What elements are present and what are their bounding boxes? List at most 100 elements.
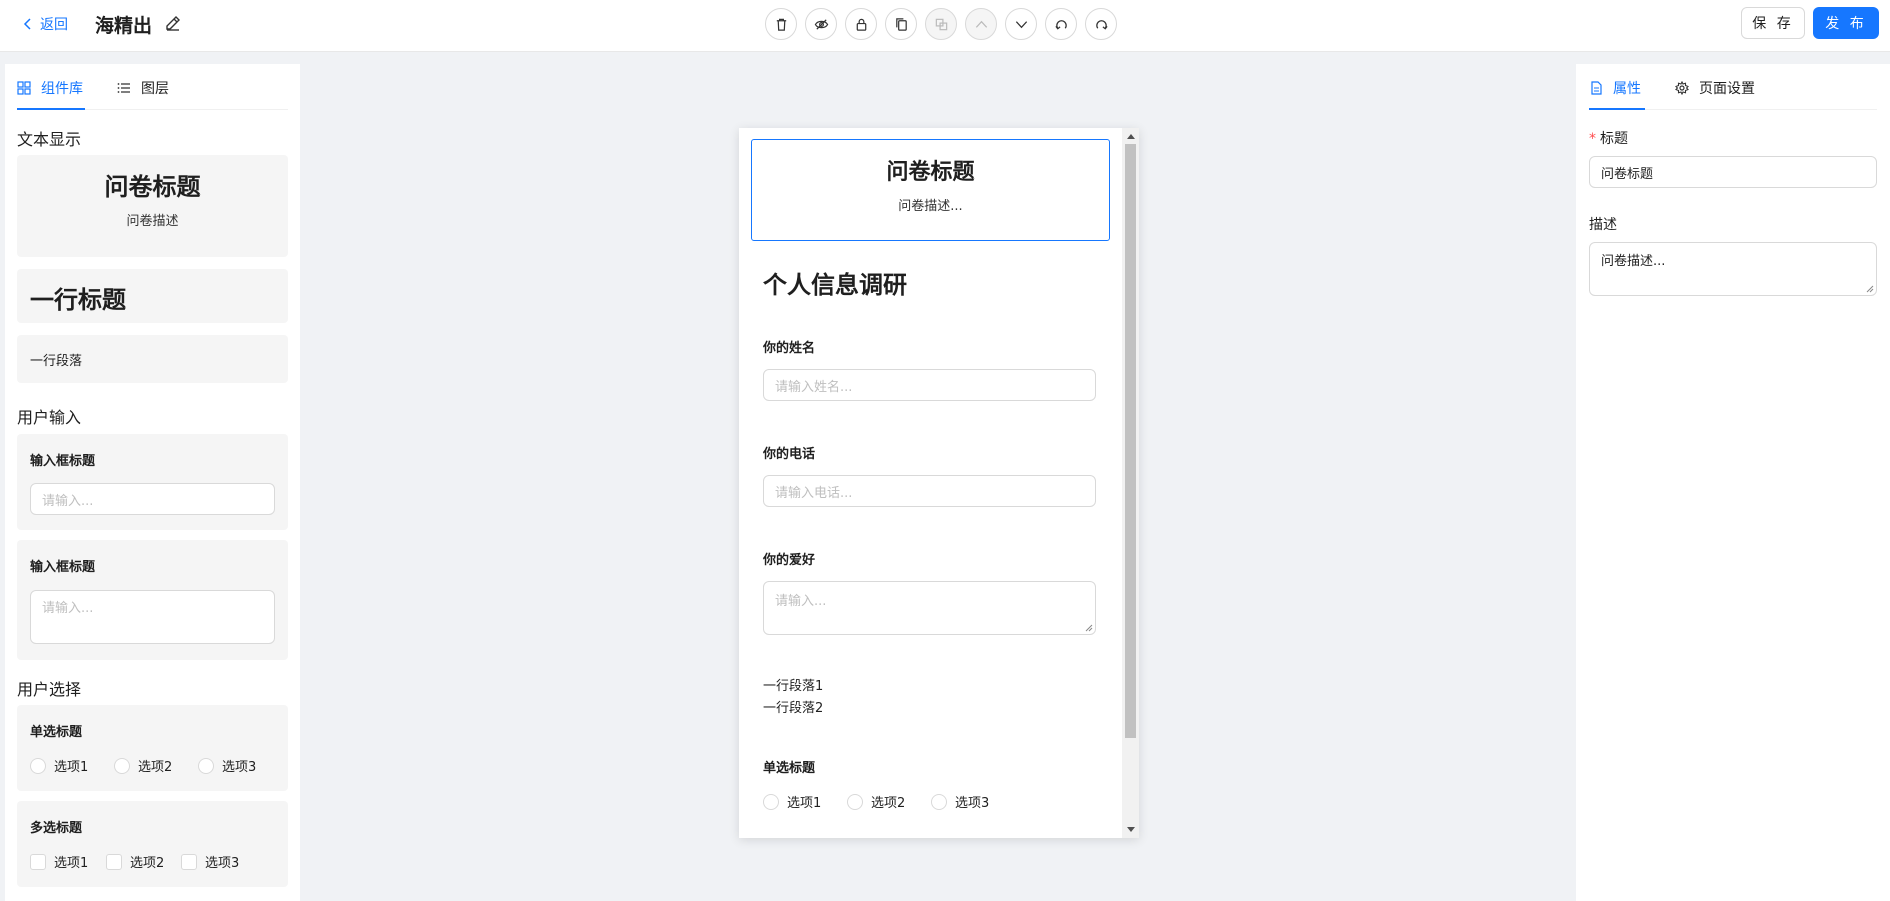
survey-title: 问卷标题 [886, 160, 975, 185]
component-radio-card[interactable]: 单选标题 选项1 选项2 选项3 [17, 705, 288, 791]
checkbox-card-label: 多选标题 [30, 821, 83, 836]
move-down-button[interactable] [1005, 8, 1037, 40]
component-input-card[interactable]: 输入框标题 请输入... [17, 434, 288, 530]
name-input[interactable]: 请输入姓名... [763, 369, 1096, 401]
checkbox-option: 选项2 [106, 852, 164, 871]
chevron-down-icon [1015, 20, 1027, 28]
radio-option-label: 选项3 [222, 760, 257, 775]
resize-handle-icon[interactable] [1085, 624, 1093, 632]
save-button[interactable]: 保 存 [1741, 7, 1805, 39]
grid-icon [17, 81, 31, 95]
component-textarea-card[interactable]: 输入框标题 请输入... [17, 540, 288, 660]
radio-circle [763, 793, 779, 810]
lock-button[interactable] [845, 8, 877, 40]
title-field-label: * 标题 [1589, 128, 1628, 148]
title-input[interactable]: 问卷标题 [1589, 156, 1877, 188]
component-checkbox-card[interactable]: 多选标题 选项1 选项2 选项3 [17, 801, 288, 887]
required-mark: * [1589, 131, 1596, 147]
redo-icon [1095, 19, 1108, 30]
radio-option: 选项3 [198, 756, 256, 775]
desc-field-label: 描述 [1589, 217, 1617, 233]
tab-components[interactable]: 组件库 [17, 78, 83, 98]
hobby-textarea[interactable]: 请输入... [763, 581, 1096, 635]
component-library-panel: 组件库 图层 文本显示 问卷标题 问卷描述 一行标题 一行段落 用户输入 输入框… [5, 64, 300, 901]
radio-option-label: 选项1 [787, 796, 822, 811]
list-icon [117, 83, 130, 93]
radio-option-label: 选项2 [871, 796, 906, 811]
component-paragraph-card[interactable]: 一行段落 [17, 335, 288, 383]
checkbox-option-label: 选项2 [130, 856, 165, 871]
checkbox-square [181, 853, 197, 870]
hide-button[interactable] [805, 8, 837, 40]
radio-circle [114, 757, 130, 774]
file-icon [1591, 81, 1602, 95]
checkbox-option-label: 选项3 [205, 856, 240, 871]
input-card-label: 输入框标题 [30, 454, 96, 469]
radio-circle [30, 757, 46, 774]
move-up-button[interactable] [965, 8, 997, 40]
component-title-card[interactable]: 问卷标题 问卷描述 [17, 155, 288, 257]
tab-properties[interactable]: 属性 [1589, 78, 1641, 98]
paste-button[interactable] [925, 8, 957, 40]
group-title-user-choice: 用户选择 [17, 680, 82, 699]
phone-input[interactable]: 请输入电话... [763, 475, 1096, 507]
tab-page-settings-label: 页面设置 [1699, 81, 1755, 97]
back-label: 返回 [40, 17, 68, 33]
desc-value: 问卷描述... [1601, 254, 1666, 269]
left-tabs: 组件库 图层 [17, 64, 288, 110]
radio-circle [931, 793, 947, 810]
survey-heading[interactable]: 个人信息调研 [763, 265, 907, 300]
undo-button[interactable] [1045, 8, 1077, 40]
paragraph-line: 一行段落1 [763, 679, 824, 694]
copy-button[interactable] [885, 8, 917, 40]
back-button[interactable]: 返回 [22, 13, 68, 35]
hobby-placeholder: 请输入... [775, 594, 827, 609]
scroll-down-arrow[interactable] [1122, 822, 1139, 838]
tab-layers-label: 图层 [141, 81, 169, 97]
group-title-text-display: 文本显示 [17, 130, 82, 149]
component-heading-card[interactable]: 一行标题 [17, 269, 288, 323]
tab-properties-label: 属性 [1613, 81, 1641, 97]
trash-icon [776, 18, 786, 31]
selected-title-block[interactable]: 问卷标题 问卷描述... [751, 139, 1110, 241]
radio-card-label: 单选标题 [30, 725, 83, 740]
redo-button[interactable] [1085, 8, 1117, 40]
chevron-up-icon [975, 20, 987, 28]
app-title: 海精出 [95, 15, 153, 37]
tab-page-settings[interactable]: 页面设置 [1675, 78, 1755, 98]
radio-option-label: 选项1 [54, 760, 89, 775]
title-card-desc: 问卷描述 [126, 214, 179, 229]
survey-canvas[interactable]: 问卷标题 问卷描述... 个人信息调研 你的姓名 请输入姓名... 你的电话 请… [739, 128, 1139, 838]
survey-desc: 问卷描述... [898, 199, 963, 214]
radio-option: 选项2 [114, 756, 172, 775]
toolbar [765, 8, 1117, 40]
checkbox-option-label: 选项1 [54, 856, 89, 871]
triangle-up-icon [1126, 134, 1135, 139]
desc-textarea[interactable]: 问卷描述... [1589, 242, 1877, 296]
undo-icon [1054, 19, 1067, 30]
copy-icon [895, 17, 907, 31]
scroll-up-arrow[interactable] [1122, 128, 1139, 144]
group-title-user-input: 用户输入 [17, 408, 82, 427]
name-label: 你的姓名 [763, 341, 816, 356]
textarea-card-preview: 请输入... [30, 590, 275, 644]
radio-option[interactable]: 选项2 [847, 792, 905, 811]
scrollbar-thumb[interactable] [1125, 144, 1136, 738]
edit-icon[interactable] [164, 14, 182, 32]
resize-handle-icon[interactable] [1866, 285, 1874, 293]
active-tab-indicator [17, 108, 85, 110]
chevron-left-icon [23, 18, 31, 30]
checkbox-square [30, 853, 46, 870]
paragraph-card-text: 一行段落 [30, 354, 83, 369]
radio-option[interactable]: 选项1 [763, 792, 821, 811]
tab-components-label: 组件库 [41, 81, 83, 97]
radio-option-label: 选项3 [955, 796, 990, 811]
radio-option[interactable]: 选项3 [931, 792, 989, 811]
gear-icon [1675, 81, 1689, 95]
paragraph-line: 一行段落2 [763, 701, 824, 716]
delete-button[interactable] [765, 8, 797, 40]
phone-label: 你的电话 [763, 447, 816, 462]
publish-button[interactable]: 发 布 [1813, 7, 1879, 39]
tab-layers[interactable]: 图层 [117, 78, 169, 98]
heading-card-text: 一行标题 [30, 286, 126, 314]
